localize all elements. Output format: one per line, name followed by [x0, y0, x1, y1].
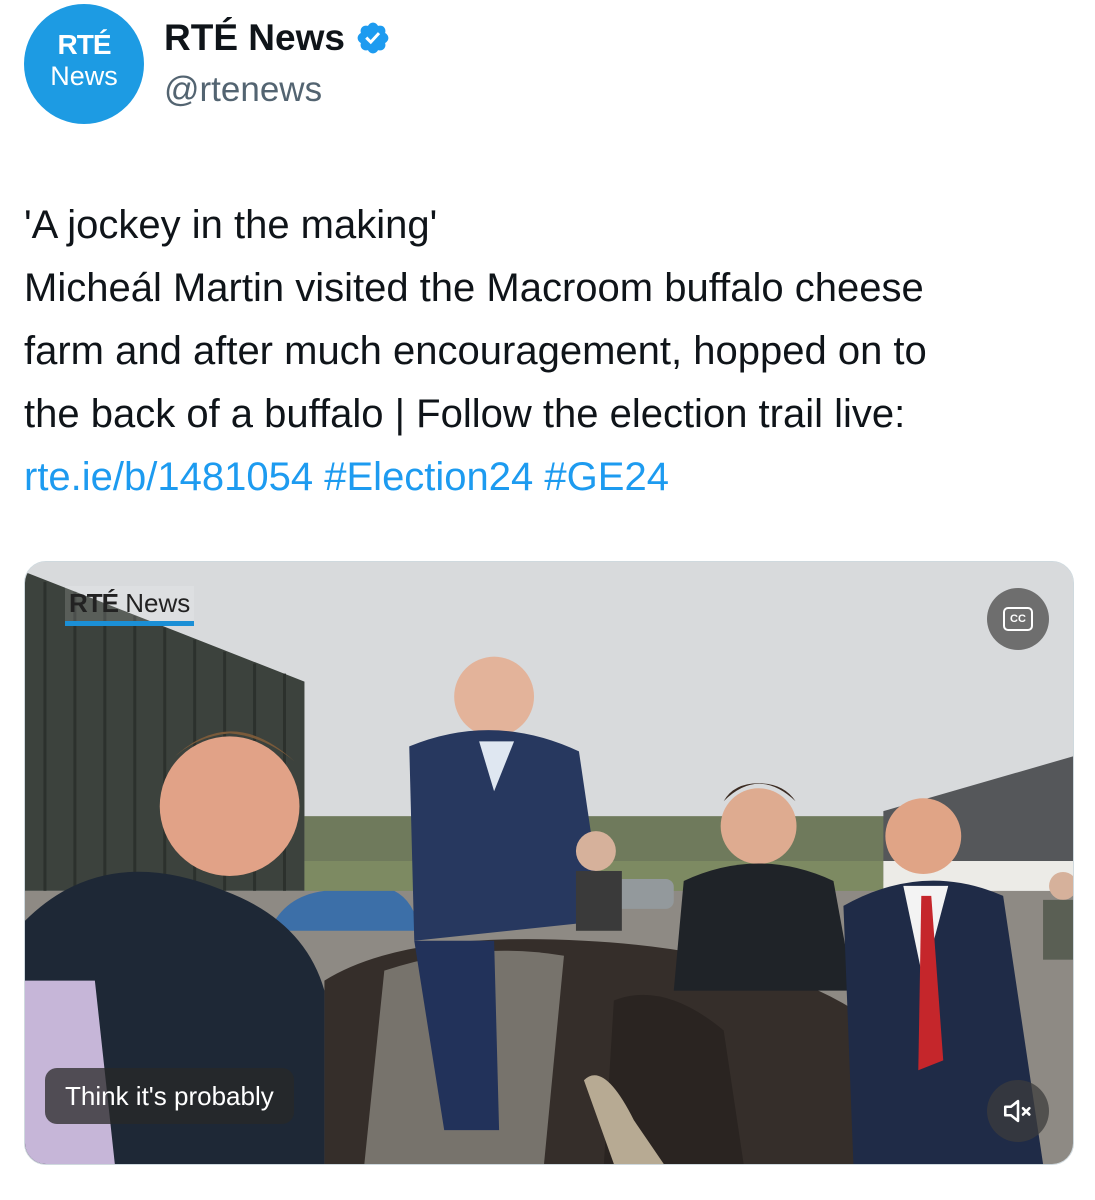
video-caption: Think it's probably — [45, 1068, 294, 1124]
verified-badge-icon — [357, 22, 389, 54]
hashtag-link[interactable]: #Election24 — [324, 455, 533, 499]
article-link[interactable]: rte.ie/b/1481054 — [24, 455, 313, 499]
hashtag-link[interactable]: #GE24 — [544, 455, 669, 499]
video-player[interactable]: RTÉ News CC Think it's probably — [24, 561, 1074, 1165]
tweet-text: 'A jockey in the making' Micheál Martin … — [24, 194, 1084, 509]
rte-news-watermark: RTÉ News — [65, 586, 195, 626]
avatar-logo-text: RTÉ — [57, 29, 112, 60]
account-avatar[interactable]: RTÉ News — [24, 4, 144, 124]
display-name[interactable]: RTÉ News — [164, 16, 345, 60]
tweet-links-line: rte.ie/b/1481054 #Election24 #GE24 — [24, 446, 1084, 509]
watermark-bold-text: RTÉ — [69, 588, 119, 618]
closed-captions-button[interactable]: CC — [987, 588, 1049, 650]
avatar-logo-subtext: News — [50, 61, 118, 91]
tweet-line: the back of a buffalo | Follow the elect… — [24, 392, 906, 436]
tweet-line: Micheál Martin visited the Macroom buffa… — [24, 266, 924, 310]
speaker-muted-icon — [1003, 1099, 1031, 1123]
tweet-line: 'A jockey in the making' — [24, 203, 438, 247]
account-handle[interactable]: @rtenews — [164, 68, 322, 112]
tweet-line: farm and after much encouragement, hoppe… — [24, 329, 927, 373]
account-name-row: RTÉ News — [164, 16, 391, 60]
mute-button[interactable] — [987, 1080, 1049, 1142]
closed-captions-icon: CC — [1003, 607, 1033, 631]
watermark-light-text: News — [125, 588, 191, 618]
